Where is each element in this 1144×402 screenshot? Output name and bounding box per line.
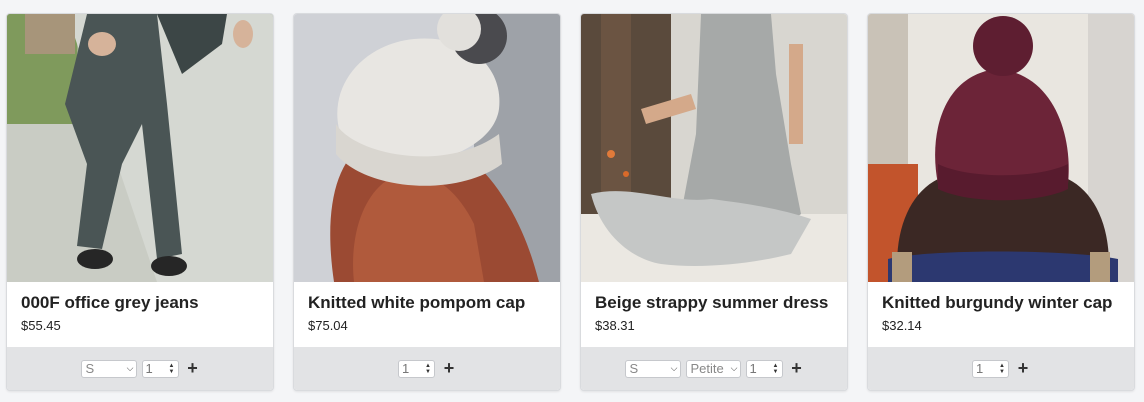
- quantity-stepper[interactable]: 1 ▲ ▼: [398, 359, 435, 378]
- spinner-arrows-icon[interactable]: ▲ ▼: [169, 363, 175, 375]
- summer-dress-photo[interactable]: [581, 14, 847, 282]
- fit-select[interactable]: Petite ⌵: [685, 359, 741, 378]
- product-card: Knitted burgundy winter cap $32.14 1 ▲ ▼ …: [867, 13, 1135, 391]
- chevron-down-icon: ⌵: [670, 363, 678, 373]
- size-select-value: S: [85, 361, 95, 376]
- quantity-value: 1: [749, 361, 757, 376]
- quantity-value: 1: [976, 361, 984, 376]
- burgundy-cap-photo[interactable]: [868, 14, 1134, 282]
- product-price: $32.14: [882, 318, 922, 333]
- add-to-cart-button[interactable]: +: [1016, 358, 1030, 378]
- product-card: Beige strappy summer dress $38.31 S ⌵ Pe…: [580, 13, 848, 391]
- fit-select-value: Petite: [690, 361, 724, 376]
- size-select[interactable]: S ⌵: [624, 359, 681, 378]
- size-select-value: S: [629, 361, 639, 376]
- product-name[interactable]: Knitted burgundy winter cap: [882, 293, 1112, 313]
- product-card: Knitted white pompom cap $75.04 1 ▲ ▼ +: [293, 13, 561, 391]
- product-price: $38.31: [595, 318, 635, 333]
- size-select[interactable]: S ⌵: [80, 359, 137, 378]
- product-name[interactable]: Beige strappy summer dress: [595, 293, 828, 313]
- chevron-down-icon: ⌵: [126, 363, 134, 373]
- spinner-arrows-icon[interactable]: ▲ ▼: [999, 363, 1005, 375]
- product-name[interactable]: Knitted white pompom cap: [308, 293, 525, 313]
- white-pompom-cap-photo[interactable]: [294, 14, 560, 282]
- quantity-stepper[interactable]: 1 ▲ ▼: [745, 359, 783, 378]
- quantity-stepper[interactable]: 1 ▲ ▼: [972, 359, 1009, 378]
- product-info: 000F office grey jeans $55.45: [7, 282, 273, 347]
- quantity-stepper[interactable]: 1 ▲ ▼: [141, 359, 179, 378]
- add-to-cart-button[interactable]: +: [790, 358, 804, 378]
- chevron-down-icon: ⌵: [730, 363, 738, 373]
- quantity-value: 1: [145, 361, 153, 376]
- product-card: 000F office grey jeans $55.45 S ⌵ 1 ▲ ▼ +: [6, 13, 274, 391]
- product-actions: 1 ▲ ▼ +: [868, 347, 1134, 390]
- add-to-cart-button[interactable]: +: [442, 358, 456, 378]
- product-info: Knitted white pompom cap $75.04: [294, 282, 560, 347]
- spinner-arrows-icon[interactable]: ▲ ▼: [773, 363, 779, 375]
- spinner-arrows-icon[interactable]: ▲ ▼: [425, 363, 431, 375]
- product-info: Beige strappy summer dress $38.31: [581, 282, 847, 347]
- grey-jeans-photo[interactable]: [7, 14, 273, 282]
- add-to-cart-button[interactable]: +: [186, 358, 200, 378]
- product-price: $55.45: [21, 318, 61, 333]
- product-actions: 1 ▲ ▼ +: [294, 347, 560, 390]
- product-info: Knitted burgundy winter cap $32.14: [868, 282, 1134, 347]
- product-actions: S ⌵ Petite ⌵ 1 ▲ ▼ +: [581, 347, 847, 390]
- product-name[interactable]: 000F office grey jeans: [21, 293, 199, 313]
- product-price: $75.04: [308, 318, 348, 333]
- product-actions: S ⌵ 1 ▲ ▼ +: [7, 347, 273, 390]
- quantity-value: 1: [402, 361, 410, 376]
